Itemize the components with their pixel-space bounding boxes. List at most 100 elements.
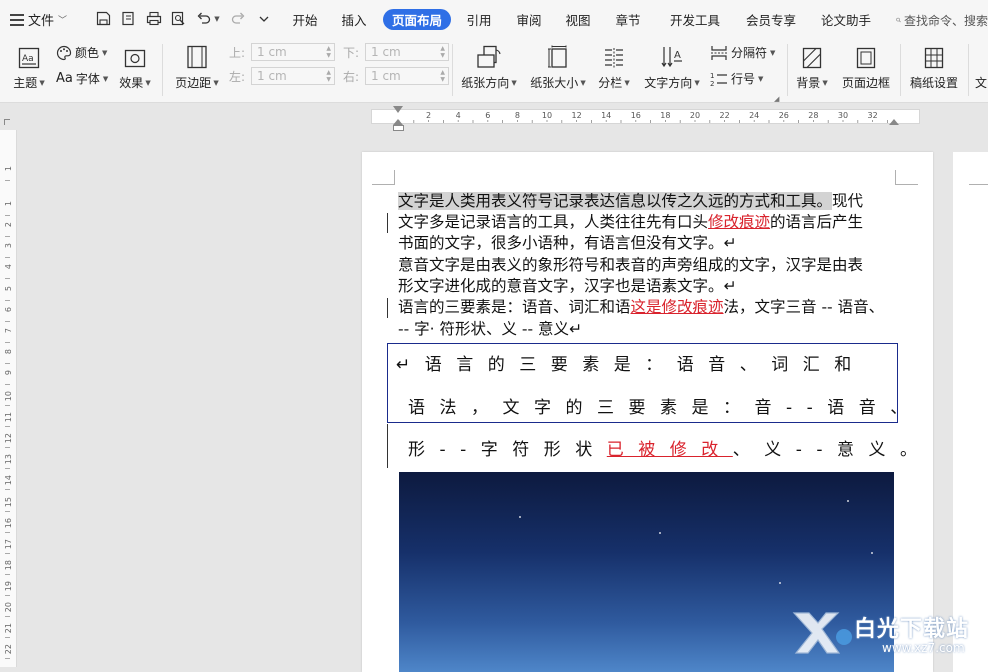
print-icon[interactable]	[145, 10, 162, 27]
tab-insert[interactable]: 插入	[336, 9, 372, 30]
spinner-icon[interactable]: ▲ ▼	[440, 45, 445, 59]
fonts-button[interactable]: Aa 字体 ▼	[56, 70, 108, 87]
text-run[interactable]: 语言的三要素是：语音、词汇和语	[398, 298, 631, 316]
tab-view[interactable]: 视图	[560, 9, 596, 30]
tab-developer-tools[interactable]: 开发工具	[664, 9, 726, 30]
paragraph-2-line-2[interactable]: 形文字进化成的意音文字，汉字也是语素文字。↵	[398, 276, 737, 297]
customize-toolbar-icon[interactable]	[255, 10, 272, 27]
orientation-icon	[476, 43, 502, 69]
tracked-change-insertion[interactable]: 修改痕迹	[708, 213, 770, 231]
redo-icon[interactable]	[230, 10, 247, 27]
tab-review[interactable]: 审阅	[511, 9, 547, 30]
palette-icon	[56, 45, 72, 60]
next-page[interactable]	[953, 152, 988, 672]
tab-chapter[interactable]: 章节	[610, 9, 646, 30]
line-numbers-button[interactable]: 12 行号 ▼	[710, 70, 763, 87]
ruler-number: 4	[456, 111, 461, 120]
star	[519, 516, 521, 518]
textbox-line-3[interactable]: 形--字符形状已被修改、义--意义。	[408, 435, 932, 460]
undo-icon[interactable]	[195, 10, 212, 27]
text-run[interactable]: 法，文字三音 -- 语音、	[724, 298, 885, 316]
grid-paper-settings-button[interactable]: 稿纸设置	[906, 43, 962, 91]
caret-down-icon: ▼	[102, 74, 109, 83]
first-line-indent-marker[interactable]	[393, 106, 403, 113]
textbox-line-2[interactable]: 语法，文字的三要素是：音--语音、	[408, 393, 922, 418]
ruler-number: 10	[542, 111, 552, 120]
save-icon[interactable]	[95, 10, 112, 27]
left-indent-box[interactable]	[393, 125, 404, 131]
text-direction-label: 文字方向	[644, 76, 693, 90]
tracked-change-insertion[interactable]: 这是修改痕迹	[631, 298, 724, 316]
right-indent-marker[interactable]	[889, 119, 899, 125]
page-border-button[interactable]: 页面边框	[838, 43, 894, 91]
caret-down-icon: ▼	[580, 78, 586, 87]
paper-size-button[interactable]: 纸张大小 ▼	[528, 43, 588, 91]
effects-button[interactable]: 效果 ▼	[117, 43, 153, 91]
spinner-icon[interactable]: ▲ ▼	[326, 69, 331, 83]
colors-button[interactable]: 颜色 ▼	[56, 44, 107, 61]
undo-dropdown-icon[interactable]: ▼	[213, 10, 221, 27]
orientation-button[interactable]: 纸张方向 ▼	[459, 43, 519, 91]
page-corner-mark	[372, 170, 395, 185]
print-preview-icon[interactable]	[170, 10, 187, 27]
horizontal-ruler[interactable]: 2 4 6 8 10 12 14 16 18 20 22 24 26 28 30 32	[0, 103, 988, 131]
star	[871, 552, 873, 554]
ruler-number: 11	[4, 412, 13, 423]
top-margin-field[interactable]: 上: 1 cm ▲ ▼	[229, 43, 335, 61]
page-setup-launcher-icon[interactable]: ◢	[774, 95, 779, 103]
spinner-icon[interactable]: ▲ ▼	[440, 69, 445, 83]
background-button[interactable]: 背景 ▼	[794, 43, 830, 91]
highlighted-text[interactable]: 文字是人类用表义符号记录表达信息以传之久远的方式和工具。	[398, 192, 833, 210]
theme-button[interactable]: Aa 主题 ▼	[10, 43, 48, 91]
margins-button[interactable]: 页边距 ▼	[172, 43, 222, 91]
tab-member-exclusive[interactable]: 会员专享	[740, 9, 802, 30]
ruler-tick	[5, 405, 10, 406]
text-run[interactable]: 文字多是记录语言的工具，人类往往先有口头	[398, 213, 708, 231]
spinner-icon[interactable]: ▲ ▼	[326, 45, 331, 59]
left-margin-field[interactable]: 左: 1 cm ▲ ▼	[229, 67, 335, 85]
vertical-ruler[interactable]: 1 1 2 3 4 5 6 7 8 9 10 11 12 13 14 15 16 17 18 19 20 21 22	[0, 130, 17, 667]
site-watermark: 白光下载站 www.xz7.com	[790, 605, 985, 663]
page-break-icon	[711, 45, 727, 60]
top-margin-label: 上:	[229, 45, 246, 60]
document-page[interactable]: 文字是人类用表义符号记录表达信息以传之久远的方式和工具。现代 文字多是记录语言的…	[362, 152, 933, 672]
change-bar	[387, 298, 388, 318]
paragraph-3-line-2[interactable]: -- 字· 符形状、义 -- 意义↵	[398, 319, 582, 340]
columns-button[interactable]: 分栏 ▼	[596, 43, 632, 91]
tab-paper-assistant[interactable]: 论文助手	[815, 9, 877, 30]
ruler-tick	[5, 616, 10, 617]
tab-references[interactable]: 引用	[461, 9, 497, 30]
command-search[interactable]: 查找命令、搜索	[896, 10, 988, 30]
text-run[interactable]: 、义--意义。	[733, 440, 932, 460]
tracked-change-insertion[interactable]: 已被修改	[607, 440, 733, 460]
font-aa-icon: Aa	[56, 71, 73, 86]
text-run[interactable]: 的语言后产生	[770, 213, 863, 231]
tab-home[interactable]: 开始	[287, 9, 323, 30]
menu-bar: 文件 ﹀ ▼ 开始 插入 页面布局 引用 审阅 视图 章节 开发工具 会员专享 …	[0, 0, 988, 38]
right-margin-field[interactable]: 右: 1 cm ▲ ▼	[343, 67, 449, 85]
svg-text:A: A	[674, 50, 681, 61]
file-menu[interactable]: 文件 ﹀	[10, 8, 82, 30]
paragraph-1-line-2[interactable]: 文字多是记录语言的工具，人类往往先有口头修改痕迹的语言后产生	[398, 212, 863, 233]
file-menu-label: 文件	[28, 13, 55, 29]
breaks-button[interactable]: 分隔符 ▼	[710, 44, 775, 61]
textbox-line-1[interactable]: ↵语言的三要素是：语音、词汇和	[396, 350, 866, 375]
ruler-tick	[5, 447, 10, 449]
bottom-margin-field[interactable]: 下: 1 cm ▲ ▼	[343, 43, 449, 61]
paragraph-3-line-1[interactable]: 语言的三要素是：语音、词汇和语这是修改痕迹法，文字三音 -- 语音、	[398, 297, 884, 318]
text-run[interactable]: 形--字符形状	[408, 440, 607, 460]
export-pdf-icon[interactable]	[120, 10, 137, 27]
paragraph-1-line-3[interactable]: 书面的文字，很多小语种，有语言但没有文字。↵	[398, 233, 737, 254]
text-run[interactable]: 现代	[832, 192, 863, 210]
columns-label: 分栏	[598, 76, 623, 90]
paper-size-icon	[547, 43, 569, 69]
text-tools-button[interactable]: 文	[974, 43, 988, 91]
tab-page-layout[interactable]: 页面布局	[383, 9, 451, 30]
ruler-tick	[5, 637, 10, 639]
ruler-tick	[5, 426, 10, 428]
text-direction-button[interactable]: A 文字方向 ▼	[641, 43, 703, 91]
paragraph-2-line-1[interactable]: 意音文字是由表义的象形符号和表音的声旁组成的文字，汉字是由表	[398, 255, 863, 276]
paragraph-1-line-1[interactable]: 文字是人类用表义符号记录表达信息以传之久远的方式和工具。现代	[398, 191, 863, 212]
ruler-number: 18	[4, 559, 13, 570]
star	[779, 582, 781, 584]
